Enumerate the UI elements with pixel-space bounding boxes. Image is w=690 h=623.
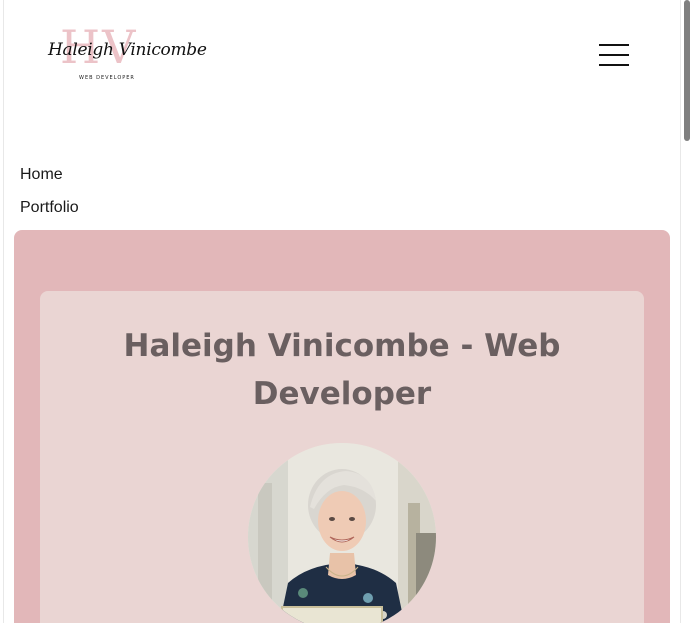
logo-script-name: Haleigh Vinicombe	[48, 40, 207, 60]
hamburger-menu-icon[interactable]	[597, 43, 631, 67]
profile-photo	[248, 443, 436, 623]
nav-link-portfolio[interactable]: Portfolio	[20, 199, 79, 217]
menu-bar-bottom	[599, 64, 629, 66]
scrollbar-thumb[interactable]	[684, 0, 690, 141]
nav-link-home[interactable]: Home	[20, 166, 63, 184]
profile-photo-illustration	[248, 443, 436, 623]
page: HV Haleigh Vinicombe WEB DEVELOPER Home …	[0, 0, 690, 623]
site-logo[interactable]: HV Haleigh Vinicombe WEB DEVELOPER	[46, 24, 207, 86]
menu-bar-middle	[599, 54, 629, 56]
logo-subtitle: WEB DEVELOPER	[79, 75, 135, 81]
page-border-left	[3, 0, 4, 623]
hero-title: Haleigh Vinicombe - Web Developer	[123, 328, 561, 412]
menu-bar-top	[599, 44, 629, 46]
